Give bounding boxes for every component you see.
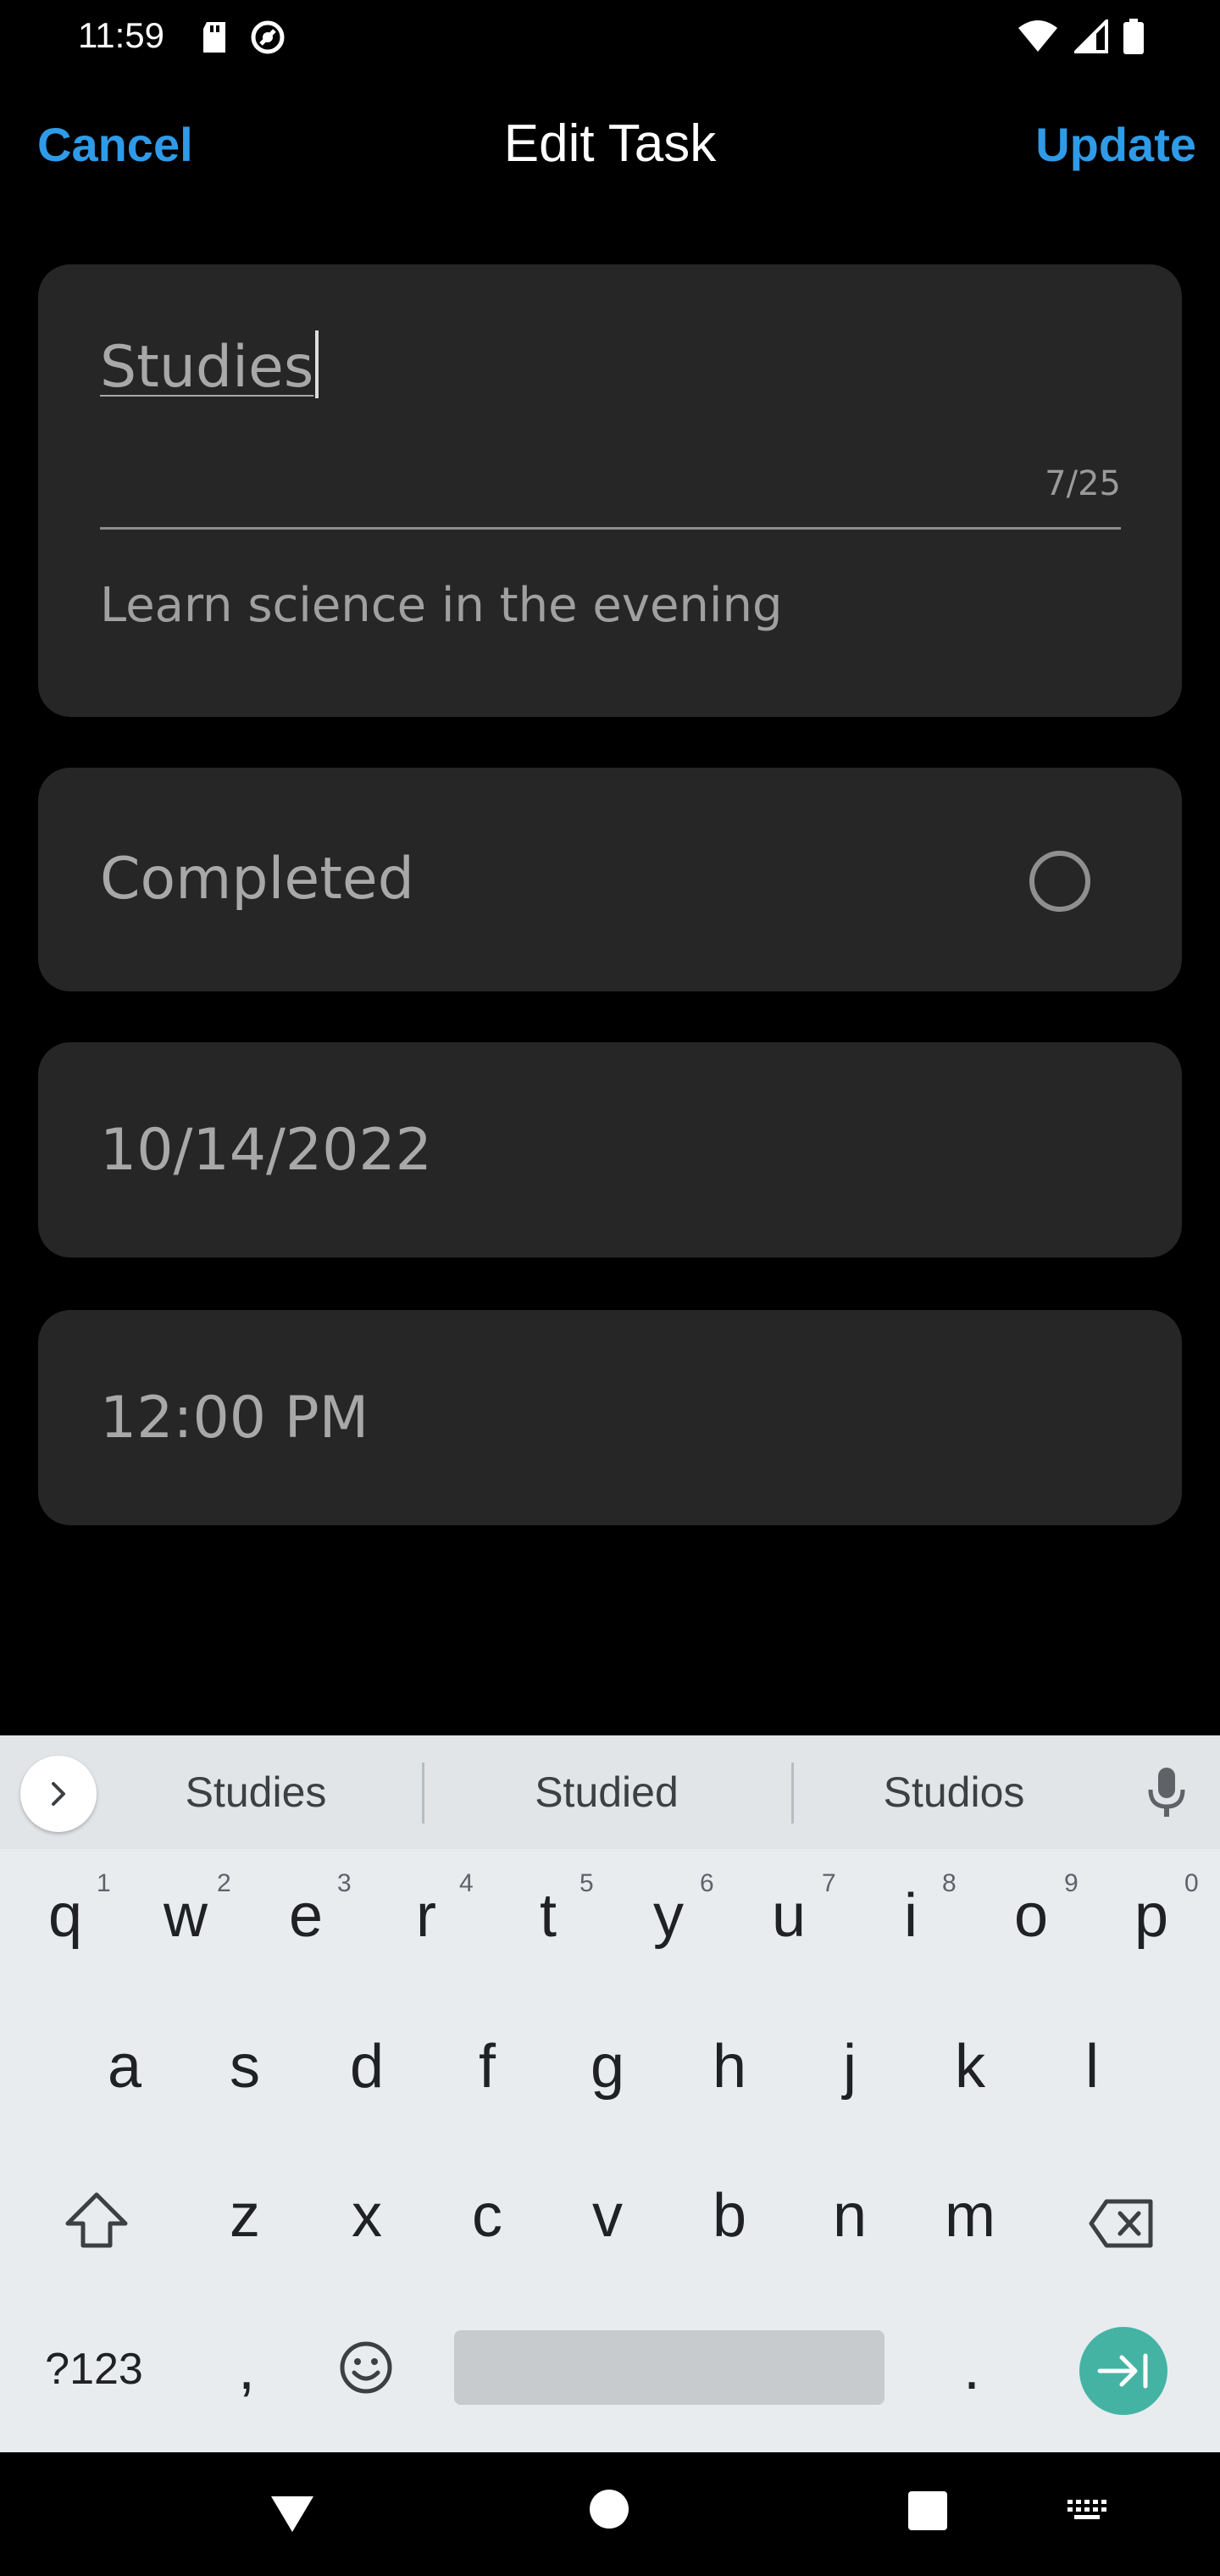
- emoji-key[interactable]: [337, 2339, 395, 2400]
- sync-icon: [249, 19, 286, 59]
- key-hint-6: 6: [700, 1869, 714, 1897]
- battery-icon: [1123, 19, 1144, 58]
- microphone-icon[interactable]: [1145, 1764, 1188, 1824]
- status-right-icons: [1017, 17, 1144, 58]
- status-time: 11:59: [78, 15, 164, 55]
- key-hint-8: 8: [942, 1869, 957, 1897]
- text-cursor: [315, 330, 319, 398]
- update-button[interactable]: Update: [1035, 117, 1196, 172]
- date-value: 10/14/2022: [100, 1117, 432, 1184]
- key-hint-4: 4: [459, 1869, 474, 1897]
- signal-icon: [1072, 17, 1108, 57]
- chevron-right-icon: [52, 1782, 65, 1806]
- suggestion-1[interactable]: Studies: [129, 1768, 383, 1817]
- soft-keyboard: Studies Studied Studios q w e r t y u i …: [0, 1735, 1220, 2452]
- key-hint-0: 0: [1184, 1869, 1199, 1897]
- completed-label: Completed: [100, 846, 414, 913]
- task-title-value: Studies: [100, 334, 314, 401]
- backspace-key[interactable]: [1088, 2198, 1156, 2252]
- suggestion-3[interactable]: Studios: [827, 1768, 1081, 1817]
- keyboard-switch-icon[interactable]: [1066, 2498, 1108, 2527]
- key-f[interactable]: f: [432, 2032, 542, 2101]
- symbols-key[interactable]: ?123: [39, 2344, 149, 2395]
- emoji-icon: [340, 2341, 392, 2394]
- header: Cancel Edit Task Update: [0, 93, 1220, 195]
- key-l[interactable]: l: [1037, 2032, 1147, 2101]
- period-key[interactable]: .: [917, 2334, 1027, 2403]
- recents-icon[interactable]: [908, 2491, 947, 2530]
- key-x[interactable]: x: [312, 2181, 422, 2251]
- key-hint-3: 3: [337, 1869, 352, 1897]
- enter-key[interactable]: [1079, 2327, 1167, 2415]
- key-hint-7: 7: [822, 1869, 836, 1897]
- status-bar: 11:59: [0, 0, 1220, 76]
- sd-card-icon: [200, 20, 229, 58]
- key-m[interactable]: m: [915, 2181, 1025, 2251]
- task-title-input[interactable]: Studies: [100, 330, 319, 401]
- status-left-icons: [200, 19, 286, 59]
- shift-key[interactable]: [64, 2191, 129, 2252]
- key-k[interactable]: k: [915, 2032, 1025, 2101]
- date-picker-field[interactable]: 10/14/2022: [38, 1042, 1182, 1257]
- key-h[interactable]: h: [674, 2032, 785, 2101]
- suggestion-strip: Studies Studied Studios: [0, 1735, 1220, 1849]
- suggestion-2[interactable]: Studied: [480, 1768, 734, 1817]
- task-details-card: Studies 7/25 Learn science in the evenin…: [38, 264, 1182, 717]
- key-hint-9: 9: [1064, 1869, 1079, 1897]
- key-j[interactable]: j: [795, 2032, 905, 2101]
- next-arrow-icon: [1097, 2353, 1148, 2389]
- character-counter: 7/25: [1045, 464, 1121, 503]
- suggestion-divider: [791, 1763, 794, 1824]
- key-c[interactable]: c: [432, 2181, 542, 2251]
- expand-toolbar-button[interactable]: [20, 1756, 97, 1832]
- suggestion-divider: [422, 1763, 424, 1824]
- time-picker-field[interactable]: 12:00 PM: [38, 1310, 1182, 1525]
- title-input-underline: [100, 527, 1121, 530]
- key-z[interactable]: z: [190, 2181, 300, 2251]
- completed-radio[interactable]: [1029, 851, 1090, 912]
- key-s[interactable]: s: [190, 2032, 300, 2101]
- task-description-input[interactable]: Learn science in the evening: [100, 578, 783, 633]
- shift-icon: [65, 2192, 128, 2248]
- key-hint-5: 5: [580, 1869, 594, 1897]
- completed-row[interactable]: Completed: [38, 768, 1182, 991]
- time-value: 12:00 PM: [100, 1385, 369, 1452]
- key-v[interactable]: v: [552, 2181, 663, 2251]
- key-g[interactable]: g: [552, 2032, 663, 2101]
- space-key[interactable]: [454, 2330, 884, 2405]
- back-icon[interactable]: [269, 2495, 315, 2537]
- backspace-icon: [1089, 2199, 1153, 2248]
- wifi-icon: [1017, 19, 1059, 57]
- key-a[interactable]: a: [69, 2032, 180, 2101]
- system-nav-bar: [0, 2452, 1220, 2576]
- key-d[interactable]: d: [312, 2032, 422, 2101]
- home-icon[interactable]: [590, 2490, 629, 2529]
- key-b[interactable]: b: [674, 2181, 785, 2251]
- key-hint-1: 1: [97, 1869, 111, 1897]
- key-hint-2: 2: [217, 1869, 231, 1897]
- key-n[interactable]: n: [795, 2181, 905, 2251]
- comma-key[interactable]: ,: [191, 2334, 302, 2403]
